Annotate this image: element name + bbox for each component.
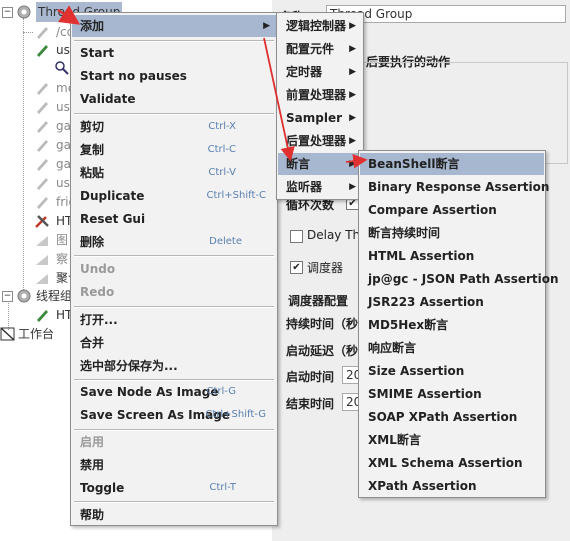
pencil-icon — [37, 197, 48, 209]
submenu-item-xml-assertion[interactable]: XML断言 — [360, 429, 544, 451]
menu-separator — [74, 501, 274, 503]
menu-item-open[interactable]: 打开... — [72, 309, 276, 331]
tree-node-thread-group-2[interactable]: − 线程组 — [2, 286, 80, 306]
startup-delay-label: 启动延迟（秒 — [286, 344, 359, 358]
menu-item-validate[interactable]: Validate — [72, 88, 276, 110]
submenu-item-binary-response-assertion[interactable]: Binary Response Assertion — [360, 176, 549, 198]
menu-item-toggle[interactable]: Toggle Ctrl-T — [72, 477, 276, 499]
submenu-item-xpath-assertion[interactable]: XPath Assertion — [360, 475, 544, 497]
submenu-item-html-assertion[interactable]: HTML Assertion — [360, 245, 544, 267]
menu-item-reset-gui[interactable]: Reset Gui — [72, 208, 276, 230]
menu-separator — [74, 255, 274, 257]
menu-item-save-node-as-image[interactable]: Save Node As Image Ctrl-G — [72, 381, 276, 403]
submenu-arrow-icon: ▶ — [349, 159, 356, 169]
submenu-item-md5hex-assertion[interactable]: MD5Hex断言 — [360, 314, 544, 336]
duration-label: 持续时间（秒 — [286, 317, 359, 331]
delay-thread-label: Delay Thr — [307, 228, 366, 242]
menu-item-help[interactable]: 帮助 — [72, 504, 276, 526]
submenu-item-post-processor[interactable]: 后置处理器 ▶ — [278, 130, 362, 152]
tools-icon — [35, 215, 49, 228]
context-menu: 添加 ▶ Start Start no pauses Validate 剪切 Ct… — [70, 12, 278, 526]
submenu-item-logic-controller[interactable]: 逻辑控制器 ▶ — [278, 15, 362, 37]
pencil-icon — [37, 121, 48, 133]
submenu-item-sampler[interactable]: Sampler ▶ — [278, 107, 362, 129]
submenu-arrow-icon: ▶ — [349, 136, 356, 146]
submenu-item-soap-xpath-assertion[interactable]: SOAP XPath Assertion — [360, 406, 544, 428]
submenu-item-response-assertion[interactable]: 响应断言 — [360, 337, 544, 359]
end-time-label: 结束时间 — [286, 397, 335, 411]
menu-separator — [74, 306, 274, 308]
menu-item-add[interactable]: 添加 ▶ — [72, 15, 276, 37]
pencil-icon — [37, 83, 48, 95]
gear-icon — [17, 5, 31, 19]
assertion-submenu: BeanShell断言 Binary Response Assertion Co… — [358, 150, 559, 498]
submenu-arrow-icon: ▶ — [349, 67, 356, 77]
menu-item-paste[interactable]: 粘贴 Ctrl-V — [72, 162, 276, 184]
submenu-item-assertion[interactable]: 断言 ▶ — [278, 153, 362, 175]
pencil-icon — [37, 102, 48, 114]
menu-item-delete[interactable]: 删除 Delete — [72, 231, 276, 253]
submenu-item-config-element[interactable]: 配置元件 ▶ — [278, 38, 362, 60]
tree-node-workbench[interactable]: 工作台 — [0, 324, 78, 344]
submenu-item-beanshell-assertion[interactable]: BeanShell断言 — [360, 153, 544, 175]
pencil-icon — [37, 140, 48, 152]
magnifier-icon — [55, 61, 69, 75]
submenu-item-xml-schema-assertion[interactable]: XML Schema Assertion — [360, 452, 544, 474]
scheduler-label: 调度器 — [307, 261, 344, 275]
menu-item-copy[interactable]: 复制 Ctrl-C — [72, 139, 276, 161]
pencil-icon — [37, 27, 48, 39]
menu-item-undo[interactable]: Undo — [72, 258, 276, 280]
chart-icon — [36, 236, 48, 246]
collapse-toggle-icon[interactable]: − — [2, 7, 13, 18]
chart-icon — [36, 255, 48, 265]
start-time-label: 启动时间 — [286, 370, 335, 384]
collapse-toggle-icon[interactable]: − — [2, 291, 13, 302]
menu-item-save-screen-as-image[interactable]: Save Screen As Image Ctrl+Shift-G — [72, 404, 276, 426]
pencil-icon — [37, 159, 48, 171]
pencil-icon — [37, 310, 48, 322]
scheduler-checkbox[interactable]: ✔ — [290, 261, 303, 274]
submenu-item-jsr223-assertion[interactable]: JSR223 Assertion — [360, 291, 544, 313]
menu-item-merge[interactable]: 合并 — [72, 332, 276, 354]
pencil-icon — [37, 178, 48, 190]
submenu-item-smime-assertion[interactable]: SMIME Assertion — [360, 383, 544, 405]
menu-item-enable[interactable]: 启用 — [72, 431, 276, 453]
submenu-item-json-path-assertion[interactable]: jp@gc - JSON Path Assertion — [360, 268, 559, 290]
submenu-item-size-assertion[interactable]: Size Assertion — [360, 360, 544, 382]
submenu-item-timer[interactable]: 定时器 ▶ — [278, 61, 362, 83]
submenu-arrow-icon: ▶ — [263, 21, 270, 31]
add-submenu: 逻辑控制器 ▶ 配置元件 ▶ 定时器 ▶ 前置处理器 ▶ Sampler ▶ 后置处理器 ▶… — [276, 12, 364, 200]
delay-thread-checkbox[interactable] — [290, 230, 303, 243]
menu-item-redo[interactable]: Redo — [72, 281, 276, 303]
menu-item-cut[interactable]: 剪切 Ctrl-X — [72, 116, 276, 138]
menu-item-start[interactable]: Start — [72, 42, 276, 64]
menu-separator — [74, 113, 274, 115]
submenu-item-pre-processor[interactable]: 前置处理器 ▶ — [278, 84, 362, 106]
submenu-arrow-icon: ▶ — [349, 21, 356, 31]
submenu-arrow-icon: ▶ — [349, 90, 356, 100]
submenu-arrow-icon: ▶ — [349, 113, 356, 123]
scheduler-config-label: 调度器配置 — [288, 294, 349, 308]
menu-item-save-selection-as[interactable]: 选中部分保存为... — [72, 355, 276, 377]
submenu-arrow-icon: ▶ — [349, 182, 356, 192]
workbench-icon — [0, 327, 15, 341]
menu-item-start-no-pauses[interactable]: Start no pauses — [72, 65, 276, 87]
menu-item-disable[interactable]: 禁用 — [72, 454, 276, 476]
submenu-arrow-icon: ▶ — [349, 44, 356, 54]
submenu-item-listener[interactable]: 监听器 ▶ — [278, 176, 362, 198]
menu-item-duplicate[interactable]: Duplicate Ctrl+Shift-C — [72, 185, 276, 207]
pencil-icon — [37, 45, 48, 57]
submenu-item-duration-assertion[interactable]: 断言持续时间 — [360, 222, 544, 244]
submenu-item-compare-assertion[interactable]: Compare Assertion — [360, 199, 544, 221]
gear-icon — [17, 289, 31, 303]
chart-icon — [36, 274, 48, 284]
